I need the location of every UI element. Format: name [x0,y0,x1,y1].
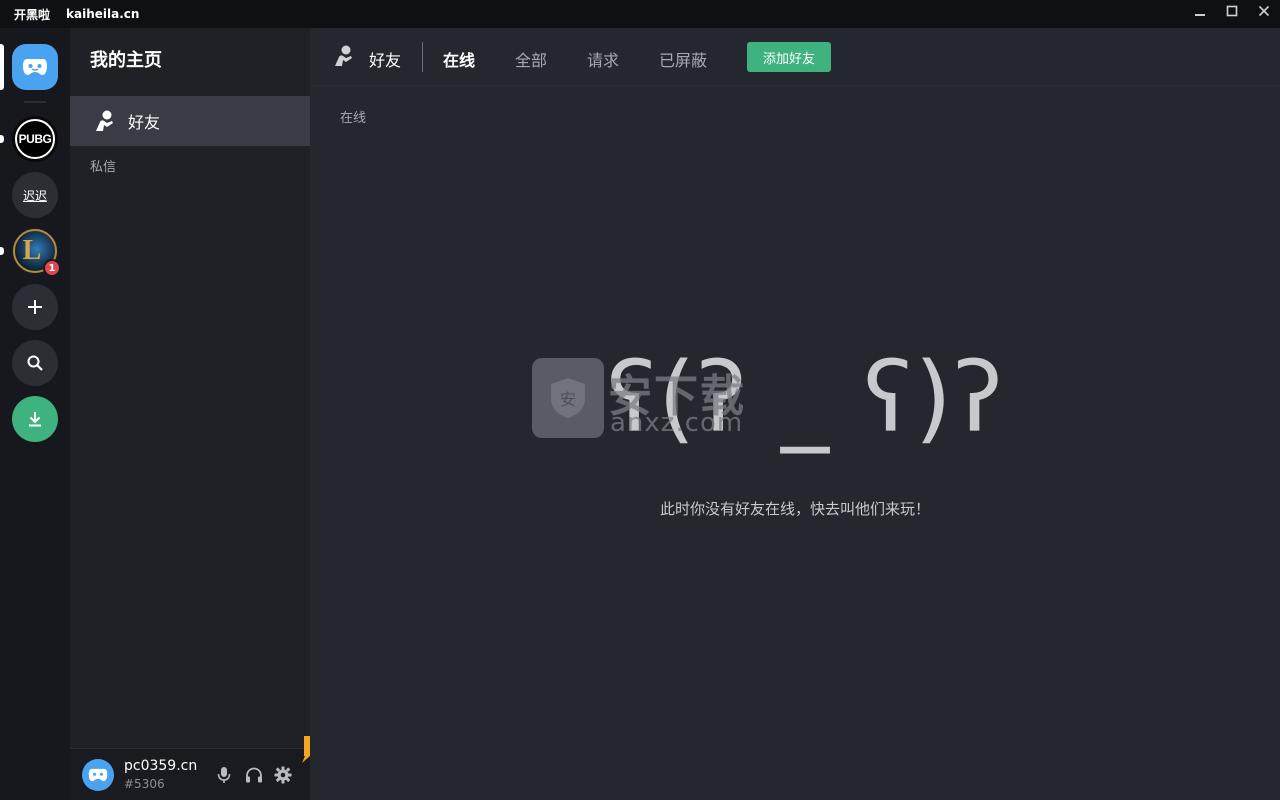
sidebar-item-label: 好友 [128,113,161,132]
search-icon [27,355,43,371]
unread-indicator [0,135,4,143]
search-button[interactable] [12,340,58,386]
username: pc0359.cn [124,758,198,774]
plus-icon [28,300,42,314]
settings-button[interactable] [273,765,293,785]
maximize-button[interactable] [1216,0,1248,22]
server-chichi-label: 迟迟 [22,188,47,203]
watermark: 安 安下载 anxz.com [532,358,752,440]
sidebar-item-friends[interactable]: 好友 [70,96,310,146]
user-tag: #5306 [124,777,165,791]
pubg-logo: PUBG [15,119,55,159]
rail-separator [24,101,46,103]
download-icon [29,412,41,427]
svg-text:安: 安 [560,390,576,409]
maximize-icon [1226,5,1238,17]
home-button[interactable] [12,44,58,90]
gear-icon [274,766,292,784]
window-controls [1184,0,1280,22]
shield-icon: 安 [532,358,604,438]
add-friend-button[interactable]: 添加好友 [747,42,831,72]
unread-indicator [0,247,4,255]
headphones-icon [246,767,262,783]
download-button[interactable] [12,396,58,442]
tab-all[interactable]: 全部 [515,47,547,71]
tab-requests[interactable]: 请求 [587,47,619,71]
sidebar-title: 我的主页 [90,50,162,71]
header-divider [422,42,423,72]
watermark-url: anxz.com [610,408,744,438]
empty-state-message: 此时你没有好友在线，快去叫他们来玩！ [659,500,930,518]
user-panel: pc0359.cn #5306 [70,748,310,800]
lol-logo-letter: L [22,235,42,266]
server-pubg[interactable]: PUBG [12,116,58,162]
server-rail: PUBG 迟迟 L 1 [0,28,70,800]
minimize-button[interactable] [1184,0,1216,22]
direct-messages-heading: 私信 [90,160,117,175]
friends-header: 好友 在线 全部 请求 已屏蔽 添加好友 [310,28,1280,86]
app-domain: kaiheila.cn [66,7,140,21]
friends-icon [92,108,118,134]
title-bar: 开黑啦 kaiheila.cn [0,0,1280,28]
controller-icon [88,768,108,782]
close-button[interactable] [1248,0,1280,22]
headphones-button[interactable] [244,765,264,785]
home-selected-indicator [0,44,4,90]
tab-blocked[interactable]: 已屏蔽 [659,47,707,71]
home-sidebar: 我的主页 好友 私信 [70,28,310,800]
server-league-of-legends[interactable]: L 1 [12,228,61,277]
add-server-button[interactable] [12,284,58,330]
friends-icon [332,44,358,70]
tab-online[interactable]: 在线 [443,47,475,71]
header-friends-label: 好友 [369,51,402,70]
notification-badge: 1 [43,259,61,277]
app-title: 开黑啦 [14,7,51,22]
avatar[interactable] [82,759,114,791]
controller-icon [23,59,47,75]
microphone-button[interactable] [214,765,234,785]
online-section-heading: 在线 [340,111,367,126]
minimize-icon [1195,14,1205,16]
friends-main: 好友 在线 全部 请求 已屏蔽 添加好友 在线 ʕ(ʔ _ ʕ)ʔ 安 安下载 … [310,28,1280,800]
microphone-icon [217,767,231,783]
server-chichi[interactable]: 迟迟 [12,172,58,218]
close-icon [1258,5,1270,17]
